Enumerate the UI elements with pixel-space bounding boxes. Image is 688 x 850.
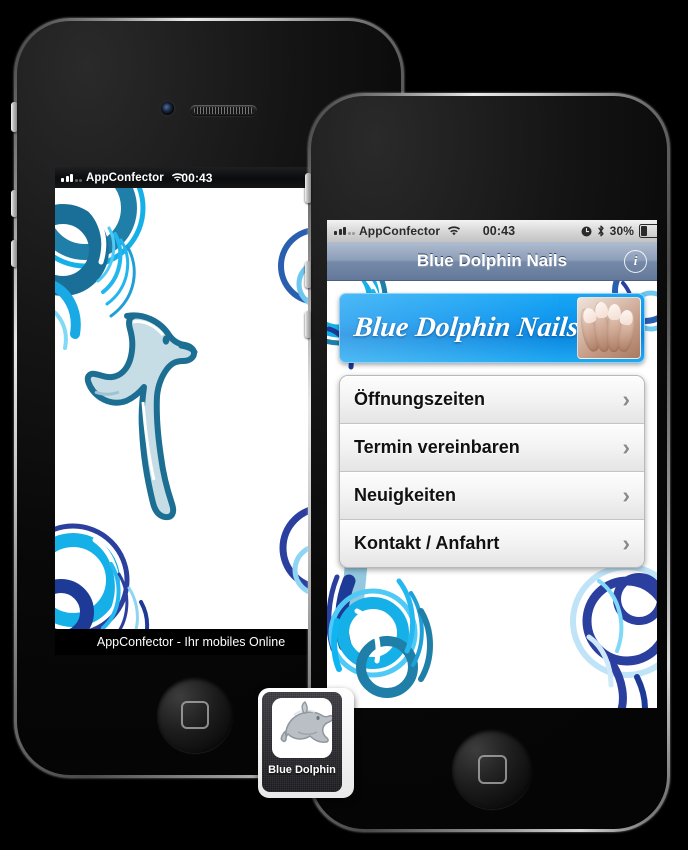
earpiece-speaker xyxy=(190,105,257,116)
battery-icon xyxy=(639,224,657,238)
menu-item-oeffnungszeiten[interactable]: Öffnungszeiten › xyxy=(340,376,644,424)
nail-tip xyxy=(594,301,609,319)
menu-item-label: Termin vereinbaren xyxy=(354,437,520,457)
volume-up-button[interactable] xyxy=(305,261,311,288)
home-square-icon xyxy=(181,701,209,729)
wifi-icon xyxy=(171,172,184,183)
battery-percent-label: 30% xyxy=(609,224,634,238)
chevron-right-icon: › xyxy=(622,530,630,556)
wifi-icon xyxy=(447,225,461,237)
menu-item-kontakt-anfahrt[interactable]: Kontakt / Anfahrt › xyxy=(340,520,644,567)
bluetooth-icon xyxy=(597,225,605,237)
volume-up-button[interactable] xyxy=(11,190,17,217)
info-button-label: i xyxy=(633,253,638,268)
front-status-right: 30% xyxy=(581,224,657,238)
dolphin-icon xyxy=(272,698,332,758)
front-status-bar: AppConfector 00:43 30% xyxy=(327,220,657,242)
app-icon-card[interactable]: Blue Dolphin xyxy=(258,688,354,798)
front-screen-content: Blue Dolphin Nails Öffnungszeiten › Term… xyxy=(327,281,657,708)
back-footer-strip: AppConfector - Ihr mobiles Online xyxy=(55,629,327,655)
app-icon-inner: Blue Dolphin xyxy=(262,692,342,792)
carrier-label: AppConfector xyxy=(359,224,441,238)
front-phone-body: AppConfector 00:43 30% Blue Dolphin Nail… xyxy=(311,96,667,829)
page-title: Blue Dolphin Nails xyxy=(416,251,568,270)
back-screen-content: AppConfector - Ihr mobiles Online xyxy=(55,188,327,655)
info-button[interactable]: i xyxy=(624,249,647,273)
manicured-nails-photo xyxy=(577,297,641,359)
screenshot-stage: AppConfector 00:43 AppConfector - Ihr mo… xyxy=(0,0,688,850)
carrier-label: AppConfector xyxy=(86,171,164,184)
front-camera-icon xyxy=(161,102,174,115)
volume-down-button[interactable] xyxy=(305,311,311,338)
logo-text: Blue Dolphin Nails xyxy=(352,312,580,343)
battery-fill xyxy=(641,226,648,236)
app-icon-label: Blue Dolphin xyxy=(268,764,336,776)
menu-item-termin-vereinbaren[interactable]: Termin vereinbaren › xyxy=(340,424,644,472)
alarm-clock-icon xyxy=(581,226,592,237)
front-status-left: AppConfector xyxy=(334,224,461,238)
chevron-right-icon: › xyxy=(622,386,630,412)
home-square-icon xyxy=(477,754,507,784)
dolphin-wallpaper xyxy=(55,188,327,655)
menu-item-label: Kontakt / Anfahrt xyxy=(354,533,500,553)
back-status-left: AppConfector xyxy=(61,172,184,184)
back-home-button[interactable] xyxy=(157,677,233,753)
logo-banner: Blue Dolphin Nails xyxy=(339,293,645,363)
signal-dots-icon xyxy=(61,173,82,182)
app-navbar: Blue Dolphin Nails i xyxy=(327,242,657,281)
front-home-button[interactable] xyxy=(452,729,532,809)
chevron-right-icon: › xyxy=(622,434,630,460)
front-phone: AppConfector 00:43 30% Blue Dolphin Nail… xyxy=(305,93,670,832)
signal-dots-icon xyxy=(334,227,355,235)
back-phone-screen: AppConfector 00:43 AppConfector - Ihr mo… xyxy=(55,167,327,655)
volume-down-button[interactable] xyxy=(11,240,17,267)
mute-switch[interactable] xyxy=(11,102,17,132)
menu-item-label: Neuigkeiten xyxy=(354,485,457,505)
front-phone-screen: AppConfector 00:43 30% Blue Dolphin Nail… xyxy=(327,220,657,708)
menu-item-neuigkeiten[interactable]: Neuigkeiten › xyxy=(340,472,644,520)
mute-switch[interactable] xyxy=(305,173,311,203)
footer-text: AppConfector - Ihr mobiles Online xyxy=(96,635,286,649)
back-status-bar: AppConfector 00:43 xyxy=(55,167,327,188)
main-menu-list: Öffnungszeiten › Termin vereinbaren › Ne… xyxy=(339,375,645,568)
menu-item-label: Öffnungszeiten xyxy=(354,389,485,409)
chevron-right-icon: › xyxy=(622,482,630,508)
